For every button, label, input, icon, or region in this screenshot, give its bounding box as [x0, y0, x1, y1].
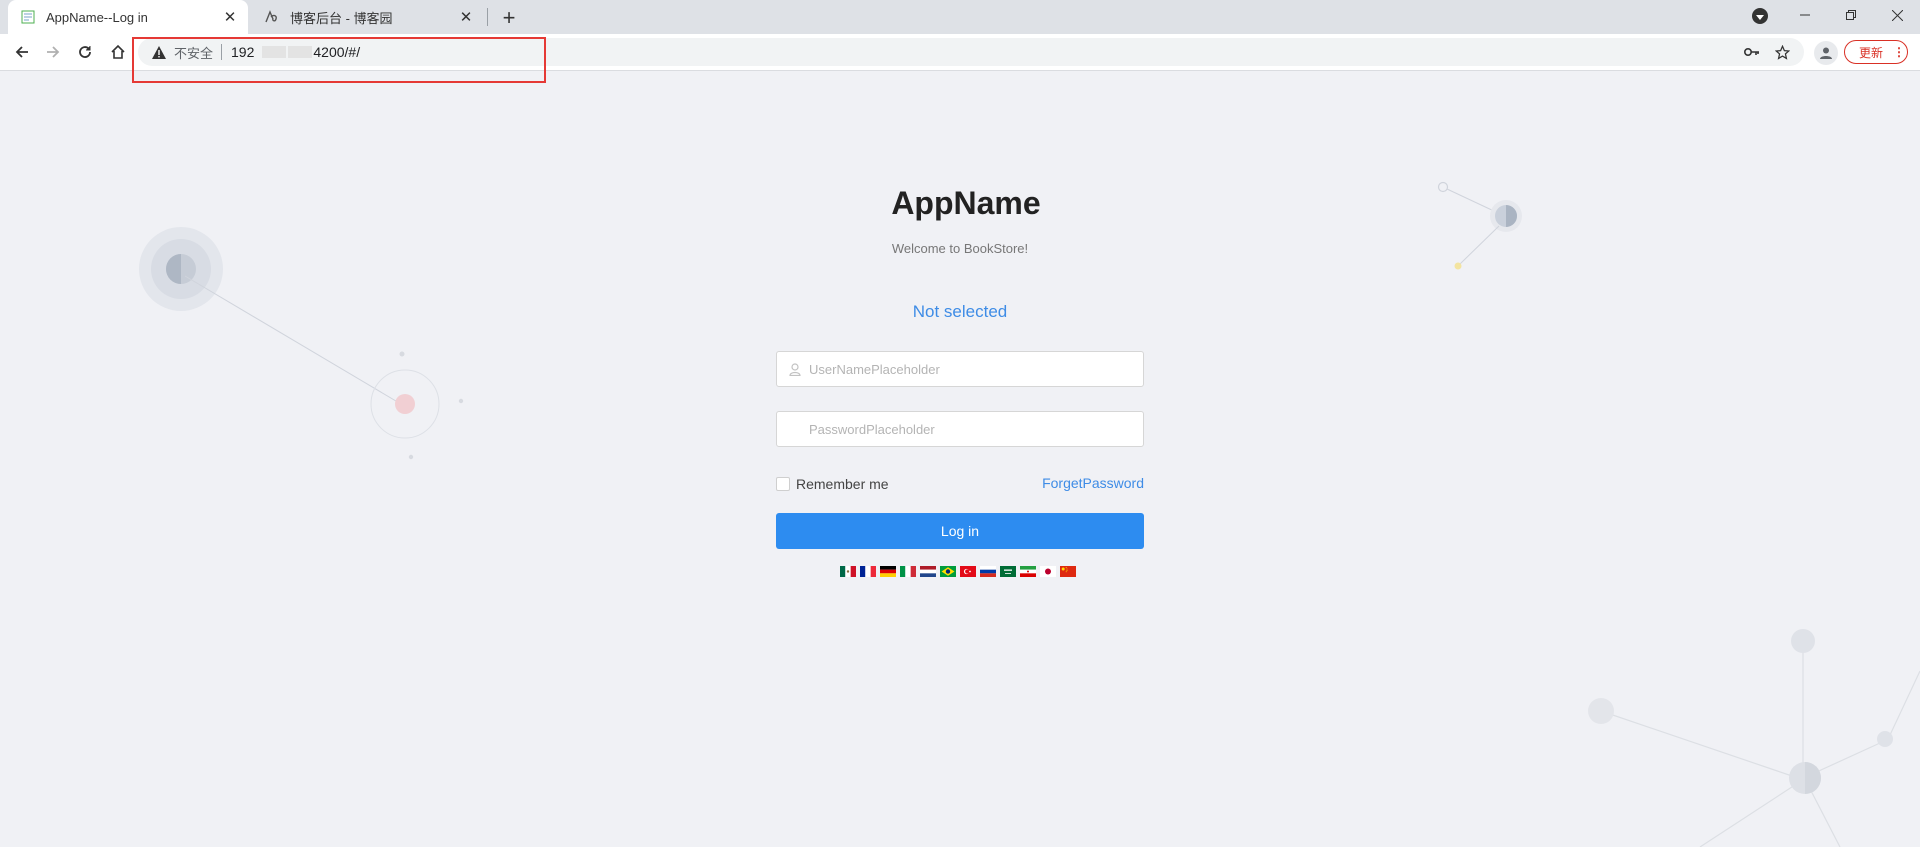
tab-close-icon[interactable]: ✕ — [220, 7, 240, 27]
menu-dots-icon: ⋮ — [1893, 45, 1906, 59]
language-flags — [840, 566, 1076, 577]
app-title: AppName — [891, 185, 1041, 221]
tab-strip: AppName--Log in ✕ 博客后台 - 博客园 ✕ + — [0, 0, 1920, 34]
remember-me-label: Remember me — [796, 476, 889, 492]
login-button[interactable]: Log in — [776, 513, 1144, 549]
tab-inactive[interactable]: 博客后台 - 博客园 ✕ — [252, 0, 484, 34]
password-field[interactable] — [776, 411, 1144, 447]
highlight-annotation-box — [132, 37, 546, 83]
germany-flag-icon[interactable] — [880, 566, 896, 577]
russia-flag-icon[interactable] — [980, 566, 996, 577]
bottom-right-network — [1588, 629, 1920, 847]
tab-separator — [487, 8, 488, 26]
profile-avatar-icon[interactable] — [1814, 41, 1838, 65]
japan-flag-icon[interactable] — [1040, 566, 1056, 577]
italy-flag-icon[interactable] — [900, 566, 916, 577]
reload-icon — [79, 46, 91, 58]
new-tab-button[interactable]: + — [497, 5, 521, 30]
forget-password-link[interactable]: ForgetPassword — [1042, 475, 1144, 491]
china-flag-icon[interactable] — [1060, 566, 1076, 577]
blog-favicon-icon — [264, 9, 280, 25]
bookmark-star-icon[interactable] — [1774, 44, 1790, 60]
minimize-button[interactable] — [1782, 0, 1828, 30]
close-window-button[interactable] — [1874, 0, 1920, 30]
france-flag-icon[interactable] — [860, 566, 876, 577]
forward-button[interactable] — [39, 38, 67, 66]
tab-title: 博客后台 - 博客园 — [290, 10, 393, 26]
username-field[interactable] — [776, 351, 1144, 387]
password-input[interactable] — [809, 421, 1109, 437]
home-button[interactable] — [104, 38, 132, 66]
turkey-flag-icon[interactable] — [960, 566, 976, 577]
update-label: 更新 — [1859, 45, 1884, 60]
left-node-cluster — [139, 227, 464, 460]
netherlands-flag-icon[interactable] — [920, 566, 936, 577]
home-icon — [111, 44, 125, 59]
key-icon[interactable] — [1744, 44, 1760, 60]
reload-button[interactable] — [71, 38, 99, 66]
username-input[interactable] — [809, 361, 1109, 377]
remember-me-checkbox[interactable] — [776, 477, 790, 491]
iran-flag-icon[interactable] — [1020, 566, 1036, 577]
update-button[interactable]: 更新 ⋮ — [1844, 40, 1908, 64]
user-icon — [787, 361, 803, 377]
restore-button[interactable] — [1828, 0, 1874, 30]
lock-icon — [787, 421, 803, 437]
tab-active[interactable]: AppName--Log in ✕ — [8, 0, 248, 34]
tab-title: AppName--Log in — [46, 9, 148, 25]
back-arrow-icon — [15, 46, 28, 58]
forward-arrow-icon — [47, 46, 60, 58]
tab-close-icon[interactable]: ✕ — [456, 7, 476, 27]
brazil-flag-icon[interactable] — [940, 566, 956, 577]
saudi-arabia-flag-icon[interactable] — [1000, 566, 1016, 577]
mexico-flag-icon[interactable] — [840, 566, 856, 577]
tab-search-dropdown-icon[interactable] — [1752, 8, 1768, 24]
back-button[interactable] — [8, 38, 36, 66]
remember-me[interactable]: Remember me — [776, 476, 889, 492]
right-node-cluster — [1437, 181, 1522, 270]
tenant-switch-link[interactable]: Not selected — [776, 302, 1144, 322]
welcome-text: Welcome to BookStore! — [891, 241, 1029, 256]
app-favicon-icon — [20, 9, 36, 25]
